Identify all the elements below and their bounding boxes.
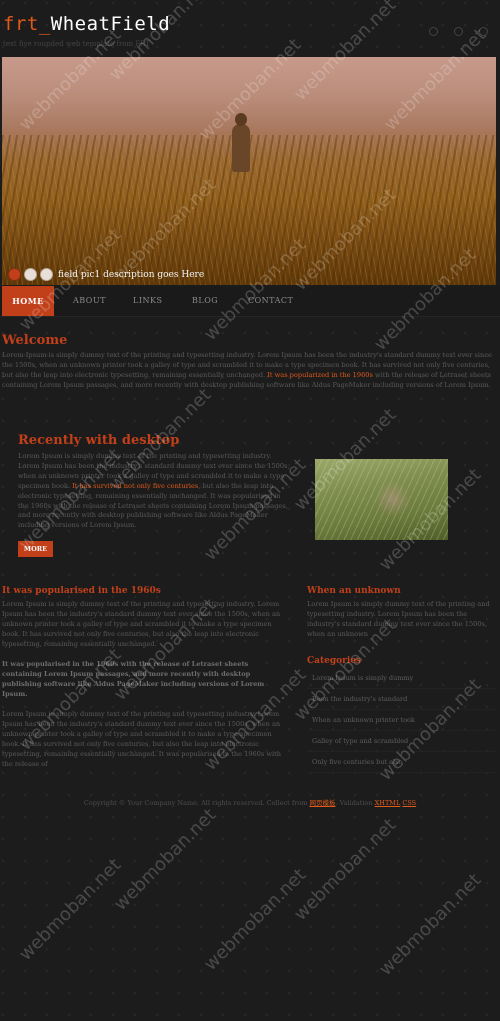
right-heading: When an unknown	[307, 586, 401, 596]
right-text: Lorem Ipsum is simply dummy text of the …	[307, 600, 490, 638]
welcome-highlight: It was popularized in the 1960s	[267, 370, 373, 379]
hero-caption: field pic1 description goes Here	[8, 268, 204, 281]
more-button[interactable]: MORE	[18, 541, 53, 557]
site-footer: Copyright © Your Company Name. All right…	[0, 797, 500, 807]
desktop-text: Lorem Ipsum is simply dummy text of the …	[18, 452, 290, 530]
header-icons	[429, 27, 488, 36]
site-title-prefix: frt_	[3, 13, 51, 35]
nav-blog[interactable]: BLOG	[192, 286, 218, 316]
watermark: webmoban.net	[110, 804, 221, 915]
nav-about[interactable]: ABOUT	[73, 286, 106, 316]
footer-copyright: Copyright © Your Company Name. All right…	[83, 799, 308, 807]
categories-list: Lorem Ipsum is simply dummy Been the ind…	[307, 668, 497, 773]
left-paragraph-1: Lorem Ipsum is simply dummy text of the …	[2, 600, 281, 648]
watermark: webmoban.net	[200, 864, 311, 975]
main-nav: HOME ABOUT LINKS BLOG CONTACT	[0, 286, 500, 317]
hero-caption-text: field pic1 description goes Here	[58, 269, 205, 280]
home-icon[interactable]	[429, 27, 438, 36]
site-subtitle: text five rounded web template from FRT	[3, 40, 151, 48]
categories-heading: Categories	[307, 656, 362, 666]
category-item[interactable]: Galley of type and scrambled	[307, 731, 497, 752]
left-heading: It was popularised in the 1960s	[2, 586, 161, 596]
watermark: webmoban.net	[375, 869, 486, 980]
welcome-text: Lorem Ipsum is simply dummy text of the …	[2, 351, 492, 389]
mail-icon[interactable]	[454, 27, 463, 36]
nav-links[interactable]: LINKS	[133, 286, 162, 316]
site-title[interactable]: frt_WheatField	[3, 13, 170, 35]
footer-link-css[interactable]: CSS	[402, 799, 416, 807]
desktop-heading: Recently with desktop	[18, 433, 180, 448]
sitemap-icon[interactable]	[479, 27, 488, 36]
category-item[interactable]: When an unknown printer took	[307, 710, 497, 731]
category-item[interactable]: Only five centuries but also	[307, 752, 497, 773]
footer-link-templates[interactable]: 网页模板	[310, 799, 336, 807]
welcome-heading: Welcome	[2, 333, 68, 348]
nav-contact[interactable]: CONTACT	[248, 286, 293, 316]
left-paragraph-2: It was popularised in the 1960s with the…	[2, 660, 265, 698]
slide-dot-1[interactable]	[8, 268, 21, 281]
category-item[interactable]: Lorem Ipsum is simply dummy	[307, 668, 497, 689]
hero-banner: field pic1 description goes Here	[2, 57, 496, 285]
watermark: webmoban.net	[290, 814, 401, 925]
slide-dot-3[interactable]	[40, 268, 53, 281]
site-header: frt_WheatField text five rounded web tem…	[0, 0, 500, 56]
nav-home[interactable]: HOME	[2, 286, 54, 316]
left-paragraph-3: Lorem Ipsum is simply dummy text of the …	[2, 710, 282, 768]
site-title-main: WheatField	[50, 13, 171, 35]
watermark: webmoban.net	[15, 854, 126, 965]
footer-link-xhtml[interactable]: XHTML	[375, 799, 401, 807]
slide-dot-2[interactable]	[24, 268, 37, 281]
wheat-thumbnail-image	[315, 459, 448, 540]
desktop-highlight: It has survived not only five centuries	[72, 481, 199, 490]
category-item[interactable]: Been the industry's standard	[307, 689, 497, 710]
footer-validation: . Validation	[335, 799, 373, 807]
hero-person-silhouette	[231, 113, 251, 172]
